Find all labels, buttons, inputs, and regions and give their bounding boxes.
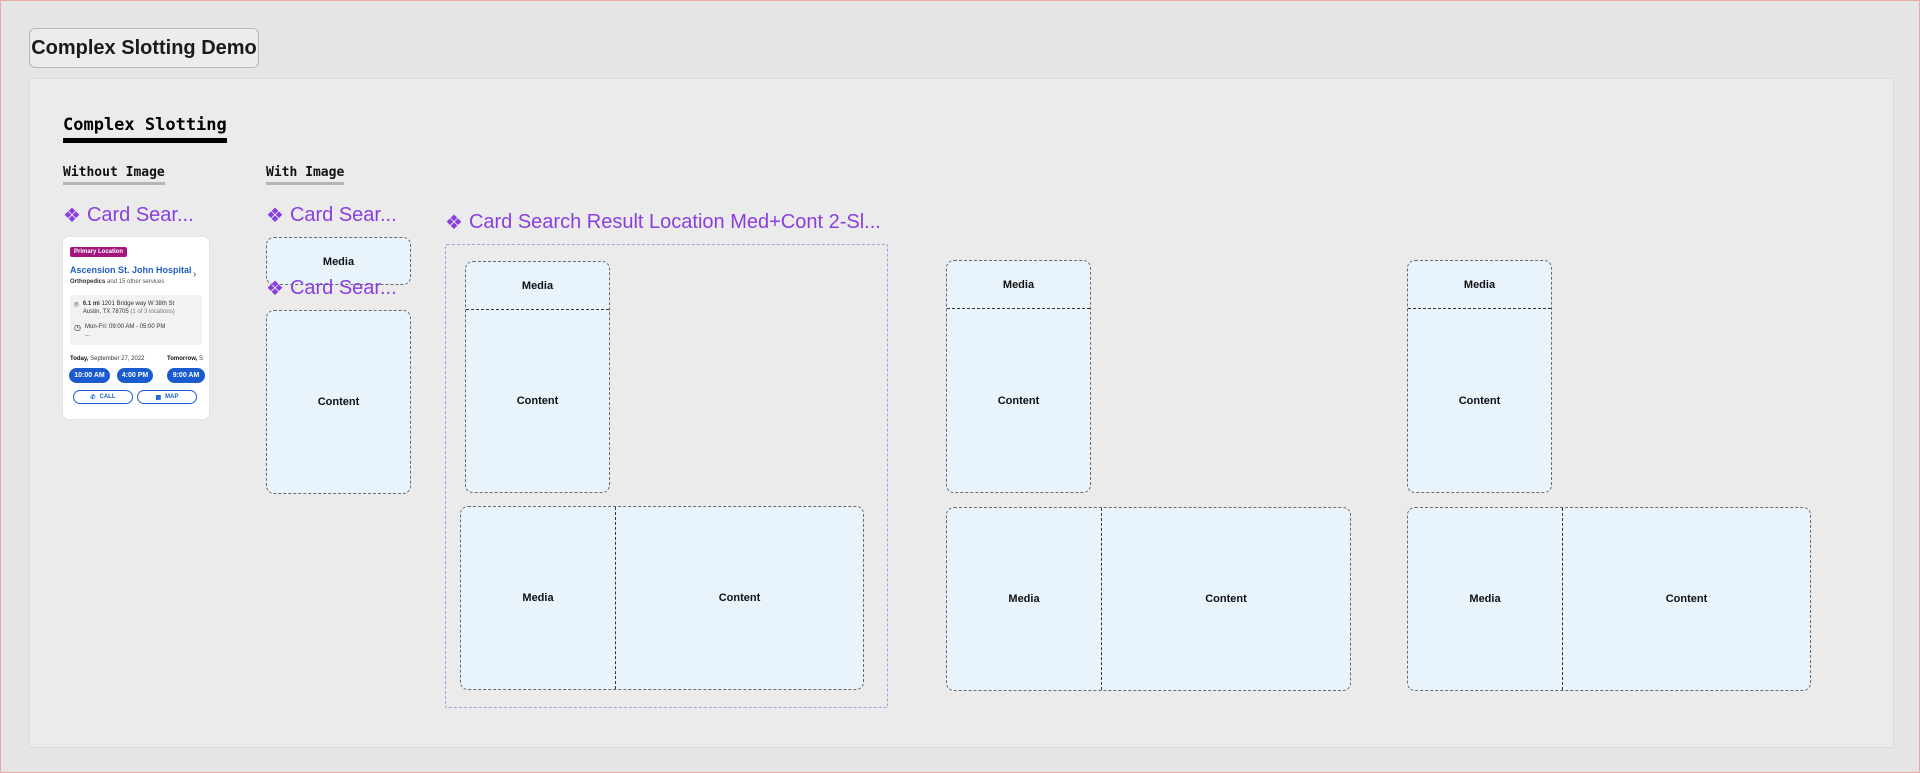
map-button[interactable]: ▦ MAP <box>137 390 197 404</box>
content-slot[interactable]: Content <box>266 310 411 494</box>
time-slot-button[interactable]: 10:00 AM <box>69 368 110 383</box>
hospital-name-link[interactable]: Ascension St. John Hospital <box>70 265 192 275</box>
media-slot[interactable]: Media <box>1408 508 1563 690</box>
vertical-card-slot[interactable]: Media Content <box>1407 260 1552 493</box>
page-title[interactable]: Complex Slotting Demo <box>29 28 259 68</box>
specialty-rest: and 15 other services <box>105 279 165 285</box>
horizontal-card-slot[interactable]: Media Content <box>1407 507 1811 691</box>
call-label: CALL <box>99 394 116 400</box>
address-row: ⌾ 6.1 mi 1201 Bridge way W 38th St Austi… <box>74 300 175 316</box>
media-slot[interactable]: Media <box>947 508 1102 690</box>
content-slot[interactable]: Content <box>616 507 863 689</box>
media-slot[interactable]: Media <box>1408 261 1551 309</box>
map-label: MAP <box>165 394 179 400</box>
component-icon: ❖ <box>63 204 81 227</box>
today-date: Today, September 27, 2022 <box>70 356 145 362</box>
horizontal-card-slot[interactable]: Media Content <box>460 506 864 690</box>
clock-icon: ◷ <box>74 323 81 332</box>
time-slot-button[interactable]: 4:00 PM <box>117 368 153 383</box>
address-line1: 1201 Bridge way W 38th St <box>101 301 175 307</box>
media-slot[interactable]: Media <box>947 261 1090 309</box>
component-label-text: Card Sear... <box>86 204 194 226</box>
today-label: Today, <box>70 356 89 362</box>
vertical-card-slot[interactable]: Media Content <box>465 261 610 493</box>
chevron-right-icon[interactable]: › <box>193 269 196 280</box>
without-image-label: Without Image <box>63 165 165 185</box>
content-slot[interactable]: Content <box>1563 508 1810 690</box>
component-label-text: Card Sear... <box>289 277 397 299</box>
distance: 6.1 mi <box>82 301 100 307</box>
component-icon: ❖ <box>266 277 284 300</box>
primary-location-badge: Primary Location <box>70 247 128 257</box>
component-set-label[interactable]: ❖ Card Search Result Location Med+Cont 2… <box>445 211 881 234</box>
component-icon: ❖ <box>445 211 463 234</box>
section-title: Complex Slotting <box>63 115 227 143</box>
map-icon: ▦ <box>155 394 162 401</box>
vertical-card-slot[interactable]: Media Content <box>946 260 1091 493</box>
content-slot[interactable]: Content <box>947 309 1090 492</box>
specialty-main: Orthopedics <box>70 279 106 285</box>
address-text: 6.1 mi 1201 Bridge way W 38th St Austin,… <box>83 300 175 316</box>
media-slot[interactable]: Media <box>461 507 616 689</box>
tomorrow-date-value: S <box>197 356 204 362</box>
hours-more: ... <box>84 332 90 338</box>
specialties-text: Orthopedics and 15 other services <box>70 279 164 285</box>
content-slot[interactable]: Content <box>1102 508 1350 690</box>
call-button[interactable]: ✆ CALL <box>73 390 133 404</box>
tomorrow-date: Tomorrow, S <box>167 356 203 362</box>
phone-icon: ✆ <box>90 394 96 401</box>
component-label-text: Card Sear... <box>289 204 397 226</box>
horizontal-card-slot[interactable]: Media Content <box>946 507 1351 691</box>
hours-row: ◷ Mon-Fri: 09:00 AM - 05:00 PM ... <box>74 323 165 339</box>
component-label-with-image-content[interactable]: ❖ Card Sear... <box>266 277 397 300</box>
with-image-label: With Image <box>266 165 345 185</box>
hours: Mon-Fri: 09:00 AM - 05:00 PM <box>84 324 166 330</box>
media-slot[interactable]: Media <box>466 262 609 310</box>
map-pin-icon: ⌾ <box>74 300 79 309</box>
address-line2: Austin, TX 78705 <box>82 309 129 315</box>
card-search-result[interactable]: Primary Location Ascension St. John Hosp… <box>63 237 209 419</box>
component-set-label-text: Card Search Result Location Med+Cont 2-S… <box>468 211 881 233</box>
component-icon: ❖ <box>266 204 284 227</box>
content-slot[interactable]: Content <box>466 310 609 492</box>
component-label-with-image-media[interactable]: ❖ Card Sear... <box>266 204 397 227</box>
today-date-value: September 27, 2022 <box>88 356 145 362</box>
time-slot-button[interactable]: 9:00 AM <box>167 368 205 383</box>
location-info-box: ⌾ 6.1 mi 1201 Bridge way W 38th St Austi… <box>70 295 202 345</box>
component-label-without-image[interactable]: ❖ Card Sear... <box>63 204 194 227</box>
tomorrow-label: Tomorrow, <box>167 356 198 362</box>
hours-text: Mon-Fri: 09:00 AM - 05:00 PM ... <box>85 323 165 339</box>
content-slot[interactable]: Content <box>1408 309 1551 492</box>
address-extra: (1 of 3 locations) <box>128 309 175 315</box>
